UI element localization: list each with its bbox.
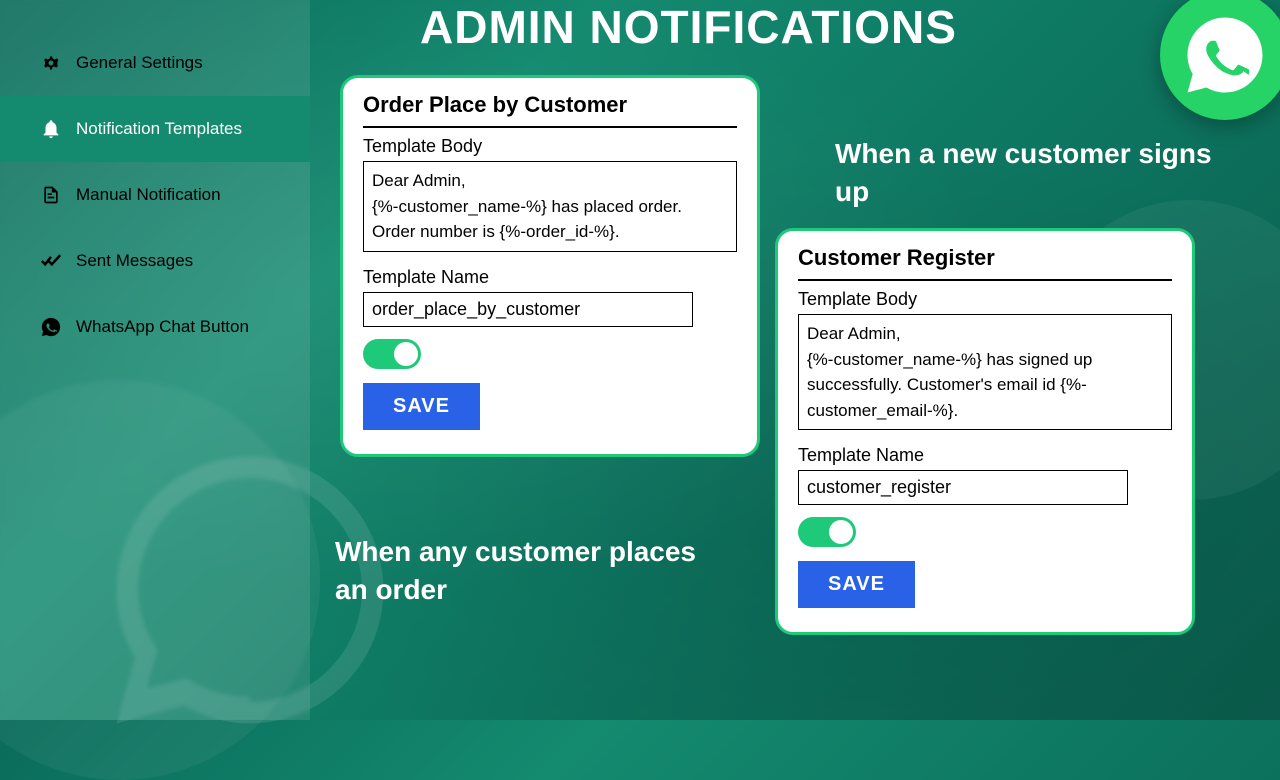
- card-title: Customer Register: [798, 245, 1172, 281]
- whatsapp-icon: [40, 316, 62, 338]
- double-check-icon: [40, 250, 62, 272]
- document-icon: [40, 184, 62, 206]
- sidebar-item-label: Manual Notification: [76, 185, 221, 205]
- sidebar-item-label: Sent Messages: [76, 251, 193, 271]
- template-name-label: Template Name: [798, 445, 1172, 466]
- save-button[interactable]: SAVE: [798, 561, 915, 608]
- enable-toggle[interactable]: [363, 339, 421, 369]
- enable-toggle[interactable]: [798, 517, 856, 547]
- sidebar-item-label: General Settings: [76, 53, 203, 73]
- sidebar-item-sent-messages[interactable]: Sent Messages: [0, 228, 310, 294]
- bell-icon: [40, 118, 62, 140]
- template-body-label: Template Body: [798, 289, 1172, 310]
- whatsapp-badge-icon: [1160, 0, 1280, 120]
- page-title: ADMIN NOTIFICATIONS: [420, 0, 957, 54]
- card-customer-register: Customer Register Template Body Template…: [775, 228, 1195, 635]
- template-body-input[interactable]: [363, 161, 737, 252]
- sidebar-item-notification-templates[interactable]: Notification Templates: [0, 96, 310, 162]
- template-body-label: Template Body: [363, 136, 737, 157]
- gear-icon: [40, 52, 62, 74]
- template-name-input[interactable]: [363, 292, 693, 327]
- callout-register: When a new customer signs up: [835, 135, 1235, 211]
- card-title: Order Place by Customer: [363, 92, 737, 128]
- card-order-place: Order Place by Customer Template Body Te…: [340, 75, 760, 457]
- template-name-label: Template Name: [363, 267, 737, 288]
- template-body-input[interactable]: [798, 314, 1172, 430]
- sidebar-item-label: Notification Templates: [76, 119, 242, 139]
- sidebar-item-manual-notification[interactable]: Manual Notification: [0, 162, 310, 228]
- sidebar-item-label: WhatsApp Chat Button: [76, 317, 249, 337]
- sidebar-item-whatsapp-chat-button[interactable]: WhatsApp Chat Button: [0, 294, 310, 360]
- save-button[interactable]: SAVE: [363, 383, 480, 430]
- sidebar-item-general-settings[interactable]: General Settings: [0, 30, 310, 96]
- template-name-input[interactable]: [798, 470, 1128, 505]
- sidebar: General Settings Notification Templates …: [0, 0, 310, 720]
- callout-order: When any customer places an order: [335, 533, 735, 609]
